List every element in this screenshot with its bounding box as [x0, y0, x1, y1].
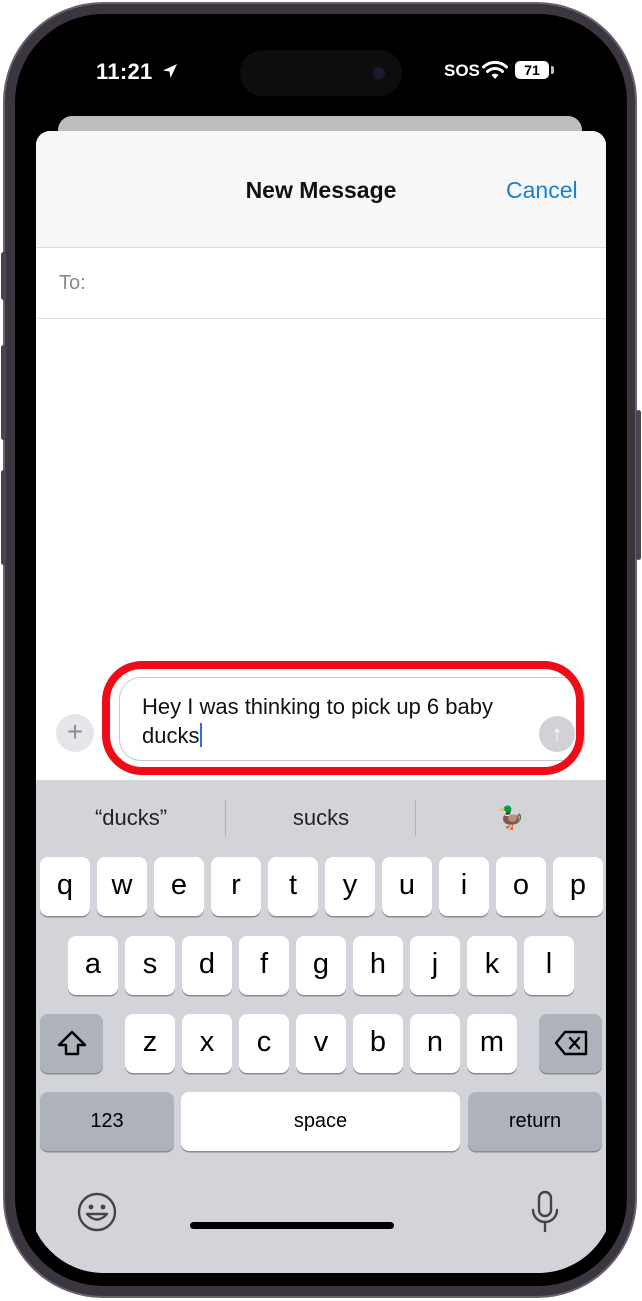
delete-key[interactable]: [539, 1014, 602, 1073]
key-m[interactable]: m: [467, 1014, 517, 1073]
key-i[interactable]: i: [439, 857, 489, 916]
dynamic-island: [240, 50, 402, 96]
key-z[interactable]: z: [125, 1014, 175, 1073]
key-t[interactable]: t: [268, 857, 318, 916]
shift-icon: [57, 1030, 86, 1056]
volume-down-button: [1, 470, 6, 565]
key-w[interactable]: w: [97, 857, 147, 916]
sos-indicator: SOS: [444, 61, 480, 80]
battery-indicator: 71: [515, 61, 549, 79]
key-y[interactable]: y: [325, 857, 375, 916]
key-j[interactable]: j: [410, 936, 460, 995]
key-q[interactable]: q: [40, 857, 90, 916]
return-key[interactable]: return: [468, 1092, 602, 1151]
location-arrow-icon: [162, 64, 177, 78]
action-button: [1, 252, 6, 300]
microphone-icon[interactable]: [528, 1189, 562, 1235]
key-g[interactable]: g: [296, 936, 346, 995]
key-e[interactable]: e: [154, 857, 204, 916]
key-d[interactable]: d: [182, 936, 232, 995]
key-p[interactable]: p: [553, 857, 603, 916]
suggestion-3-duck-emoji[interactable]: 🦆: [416, 780, 606, 856]
key-o[interactable]: o: [496, 857, 546, 916]
recipient-field[interactable]: To:: [36, 248, 606, 319]
volume-up-button: [1, 345, 6, 440]
keyboard: “ducks” sucks 🦆 qwertyuiop asdfghjkl zxc…: [36, 780, 606, 1273]
cancel-button[interactable]: Cancel: [506, 177, 578, 204]
key-x[interactable]: x: [182, 1014, 232, 1073]
backspace-icon: [554, 1030, 587, 1056]
key-c[interactable]: c: [239, 1014, 289, 1073]
suggestion-2[interactable]: sucks: [226, 780, 416, 856]
key-h[interactable]: h: [353, 936, 403, 995]
space-key[interactable]: space: [181, 1092, 460, 1151]
key-a[interactable]: a: [68, 936, 118, 995]
numbers-key[interactable]: 123: [40, 1092, 174, 1151]
key-r[interactable]: r: [211, 857, 261, 916]
key-v[interactable]: v: [296, 1014, 346, 1073]
home-indicator[interactable]: [190, 1222, 394, 1229]
key-b[interactable]: b: [353, 1014, 403, 1073]
wifi-icon: [482, 60, 508, 79]
suggestion-1[interactable]: “ducks”: [36, 780, 226, 856]
power-button: [636, 410, 641, 560]
navigation-bar: New Message Cancel: [36, 131, 606, 248]
key-f[interactable]: f: [239, 936, 289, 995]
key-k[interactable]: k: [467, 936, 517, 995]
key-n[interactable]: n: [410, 1014, 460, 1073]
emoji-icon[interactable]: [76, 1191, 118, 1233]
status-time: 11:21: [96, 59, 179, 85]
key-l[interactable]: l: [524, 936, 574, 995]
shift-key[interactable]: [40, 1014, 103, 1073]
key-u[interactable]: u: [382, 857, 432, 916]
phone-screen: 11:21 SOS 71 New Message Cancel To: + He…: [28, 27, 614, 1273]
battery-cap: [551, 66, 554, 74]
key-s[interactable]: s: [125, 936, 175, 995]
add-attachment-button[interactable]: +: [56, 714, 94, 752]
highlight-annotation: [102, 661, 584, 775]
new-message-sheet: New Message Cancel To: + Hey I was think…: [36, 131, 606, 1273]
front-camera: [373, 67, 385, 79]
to-label: To:: [59, 272, 86, 294]
